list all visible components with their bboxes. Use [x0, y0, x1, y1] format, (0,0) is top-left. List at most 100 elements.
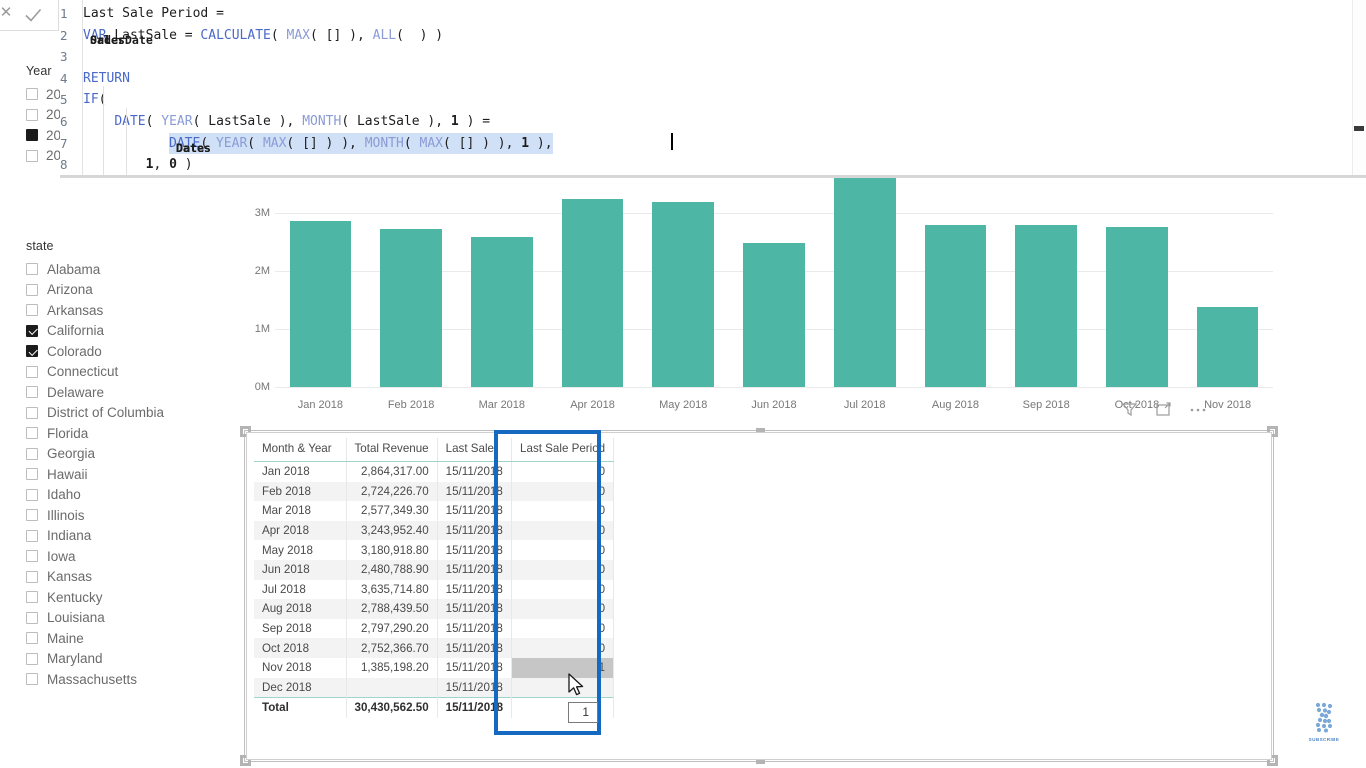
- table-row[interactable]: Sep 2018 2,797,290.20 15/11/2018 0: [254, 618, 615, 639]
- dax-formula-editor[interactable]: 1 2 3 4 5 6 7 8 Last Sale Period = VAR LastSale …: [60, 0, 1366, 178]
- cell-last-sale[interactable]: 15/11/2018: [437, 461, 513, 482]
- cell-last-sale[interactable]: 15/11/2018: [437, 657, 513, 678]
- cell-last-sale-period[interactable]: [511, 677, 615, 698]
- cell-total-revenue[interactable]: 3,243,952.40: [346, 520, 438, 541]
- state-slicer-item[interactable]: Maine: [26, 628, 236, 649]
- cell-total-revenue[interactable]: 2,724,226.70: [346, 481, 438, 502]
- state-slicer-item[interactable]: Maryland: [26, 649, 236, 670]
- checkbox-icon[interactable]: [26, 509, 38, 522]
- table-row[interactable]: Oct 2018 2,752,366.70 15/11/2018 0: [254, 638, 615, 658]
- state-slicer[interactable]: state Alabama Arizona Arkansas California Co…: [26, 239, 236, 690]
- cell-total-revenue[interactable]: 2,752,366.70: [346, 638, 438, 658]
- checkbox-icon[interactable]: [26, 550, 38, 563]
- cell-last-sale-period[interactable]: 0: [511, 501, 615, 521]
- cancel-icon[interactable]: ✕: [0, 5, 14, 21]
- chart-bar[interactable]: [289, 220, 352, 387]
- column-header-last-sale[interactable]: Last Sale: [437, 438, 513, 462]
- checkbox-icon[interactable]: [26, 488, 38, 501]
- column-header-month-year[interactable]: Month & Year: [254, 438, 347, 462]
- cell-total-revenue[interactable]: 2,577,349.30: [346, 501, 438, 521]
- chart-bar[interactable]: [833, 175, 896, 387]
- cell-total-revenue[interactable]: 2,788,439.50: [346, 599, 438, 619]
- column-header-last-sale-period[interactable]: Last Sale Period: [511, 438, 615, 462]
- cell-month-year[interactable]: Aug 2018: [254, 599, 347, 619]
- table-body[interactable]: Jan 2018 2,864,317.00 15/11/2018 0 Feb 2018 2…: [254, 461, 615, 718]
- formula-commit-bar[interactable]: ✕: [0, 0, 59, 31]
- state-slicer-item[interactable]: District of Columbia: [26, 403, 236, 424]
- state-slicer-item[interactable]: Kansas: [26, 567, 236, 588]
- cell-month-year[interactable]: Feb 2018: [254, 481, 347, 502]
- filter-icon[interactable]: [1121, 401, 1138, 423]
- cell-month-year[interactable]: Mar 2018: [254, 501, 347, 521]
- state-slicer-item[interactable]: Kentucky: [26, 587, 236, 608]
- chart-bar[interactable]: [1106, 227, 1168, 387]
- cell-month-year[interactable]: May 2018: [254, 540, 347, 560]
- table-row[interactable]: Apr 2018 3,243,952.40 15/11/2018 0: [254, 520, 615, 541]
- cell-last-sale[interactable]: 15/11/2018: [437, 618, 513, 639]
- cell-last-sale-period[interactable]: 0: [511, 559, 615, 580]
- cell-month-year[interactable]: Dec 2018: [254, 677, 347, 698]
- cell-last-sale-period[interactable]: 0: [511, 638, 615, 658]
- table-row[interactable]: Aug 2018 2,788,439.50 15/11/2018 0: [254, 599, 615, 619]
- chart-bar[interactable]: [380, 228, 442, 387]
- cell-month-year[interactable]: Jul 2018: [254, 579, 347, 600]
- state-slicer-item[interactable]: Iowa: [26, 546, 236, 567]
- monthly-revenue-bar-chart[interactable]: 0M 1M 2M 3M Jan 2018 Feb 2018 Mar 2018 Apr 2018…: [240, 170, 1285, 417]
- cell-last-sale-period[interactable]: 0: [511, 481, 615, 502]
- state-slicer-item[interactable]: Indiana: [26, 526, 236, 547]
- state-slicer-item[interactable]: Alabama: [26, 259, 236, 280]
- more-options-icon[interactable]: [1189, 401, 1207, 423]
- table-total-row[interactable]: Total 30,430,562.50 15/11/2018: [254, 697, 615, 718]
- checkbox-icon[interactable]: [26, 632, 38, 645]
- state-slicer-item[interactable]: Massachusetts: [26, 669, 236, 690]
- table-row[interactable]: Jul 2018 3,635,714.80 15/11/2018 0: [254, 579, 615, 600]
- cell-last-sale-period[interactable]: 0: [511, 599, 615, 619]
- checkbox-icon[interactable]: [26, 386, 38, 399]
- cell-total-revenue[interactable]: 2,864,317.00: [346, 461, 438, 482]
- cell-last-sale-period[interactable]: 1: [511, 657, 615, 678]
- checkbox-icon[interactable]: [26, 304, 38, 317]
- cell-last-sale-period[interactable]: 0: [511, 520, 615, 541]
- cell-total-revenue[interactable]: 2,797,290.20: [346, 618, 438, 639]
- chart-bar[interactable]: [1015, 224, 1078, 387]
- chart-bar[interactable]: [652, 202, 715, 387]
- editor-code-line[interactable]: DATE( YEAR( LastSale ), MONTH( LastSale …: [83, 111, 490, 133]
- chart-bar[interactable]: [561, 198, 624, 387]
- table-row[interactable]: Dec 2018 15/11/2018: [254, 677, 615, 698]
- checkbox-icon[interactable]: [26, 283, 38, 296]
- cell-last-sale[interactable]: 15/11/2018: [437, 677, 513, 698]
- checkbox-icon-checked[interactable]: [26, 324, 38, 337]
- state-slicer-item[interactable]: California: [26, 321, 236, 342]
- state-slicer-item[interactable]: Arkansas: [26, 300, 236, 321]
- state-slicer-item[interactable]: Louisiana: [26, 608, 236, 629]
- cell-total-revenue[interactable]: 3,635,714.80: [346, 579, 438, 600]
- state-slicer-item[interactable]: Connecticut: [26, 362, 236, 383]
- editor-code-line[interactable]: Last Sale Period =: [83, 3, 224, 25]
- cell-total-revenue[interactable]: 2,480,788.90: [346, 559, 438, 580]
- chart-bar[interactable]: [924, 225, 987, 387]
- cell-last-sale[interactable]: 15/11/2018: [437, 579, 513, 600]
- cell-last-sale[interactable]: 15/11/2018: [437, 501, 513, 521]
- cell-month-year[interactable]: Oct 2018: [254, 638, 347, 658]
- checkbox-icon-checked[interactable]: [26, 345, 38, 358]
- focus-mode-icon[interactable]: [1155, 401, 1172, 423]
- cell-last-sale[interactable]: 15/11/2018: [437, 638, 513, 658]
- state-slicer-item[interactable]: Georgia: [26, 444, 236, 465]
- editor-vertical-scrollbar[interactable]: [1352, 0, 1366, 177]
- editor-code-line[interactable]: 1, 0 ): [83, 154, 193, 176]
- editor-code-area[interactable]: Last Sale Period = VAR LastSale = CALCULA…: [83, 0, 1333, 177]
- table-row[interactable]: May 2018 3,180,918.80 15/11/2018 0: [254, 540, 615, 560]
- cell-last-sale[interactable]: 15/11/2018: [437, 540, 513, 560]
- table-row[interactable]: Jun 2018 2,480,788.90 15/11/2018 0: [254, 559, 615, 580]
- checkbox-icon-checked[interactable]: [26, 129, 38, 142]
- state-slicer-item[interactable]: Arizona: [26, 280, 236, 301]
- checkbox-icon[interactable]: [26, 88, 38, 101]
- cell-month-year[interactable]: Nov 2018: [254, 657, 347, 678]
- checkbox-icon[interactable]: [26, 611, 38, 624]
- checkbox-icon[interactable]: [26, 406, 38, 419]
- state-slicer-item[interactable]: Delaware: [26, 382, 236, 403]
- cell-month-year[interactable]: Sep 2018: [254, 618, 347, 639]
- checkbox-icon[interactable]: [26, 108, 38, 121]
- cell-last-sale-period[interactable]: 0: [511, 461, 615, 482]
- checkbox-icon[interactable]: [26, 263, 38, 276]
